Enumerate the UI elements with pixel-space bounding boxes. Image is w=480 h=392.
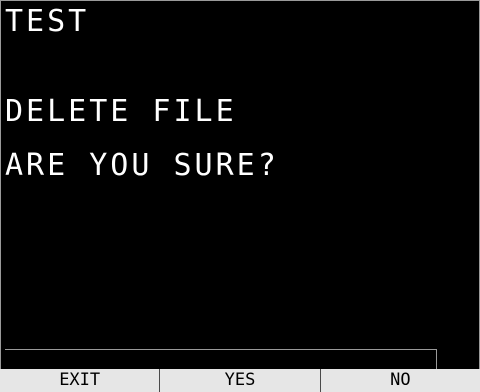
yes-softkey[interactable]: YES (160, 369, 321, 392)
softkey-bar: EXIT YES NO (0, 369, 480, 392)
file-title: TEST (5, 4, 90, 39)
confirmation-question: ARE YOU SURE? (5, 148, 279, 183)
device-screen: TEST DELETE FILE ARE YOU SURE? (0, 0, 480, 392)
exit-softkey[interactable]: EXIT (0, 369, 161, 392)
status-field (5, 349, 437, 369)
no-softkey[interactable]: NO (320, 369, 480, 392)
delete-file-prompt: DELETE FILE (5, 94, 237, 129)
